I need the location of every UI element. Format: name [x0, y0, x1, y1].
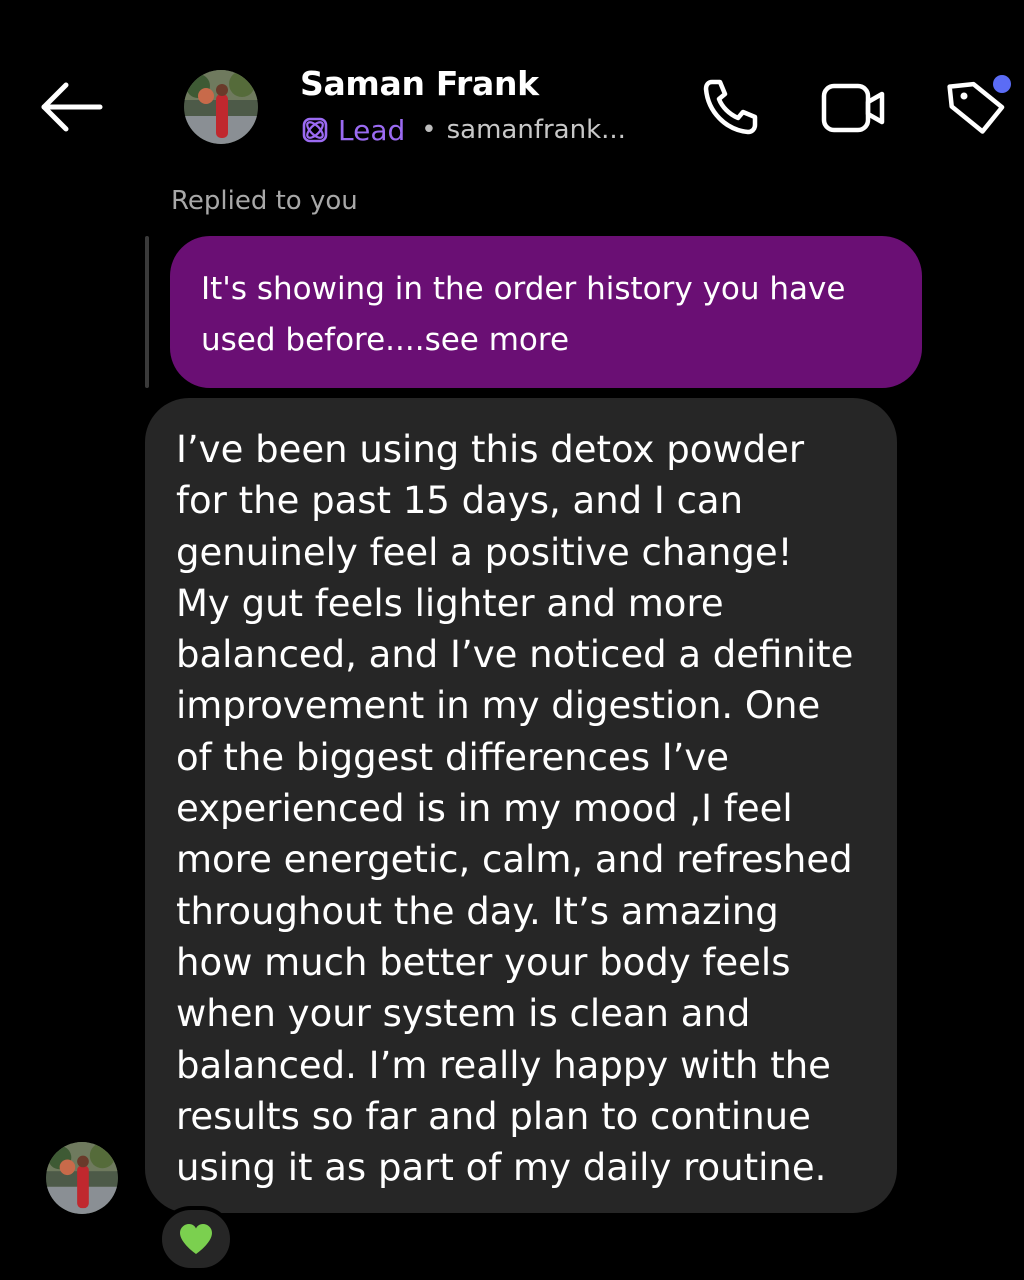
avatar-photo — [46, 1142, 118, 1214]
sender-avatar[interactable] — [46, 1142, 118, 1214]
green-heart-icon — [180, 1224, 212, 1254]
separator-dot: • — [421, 115, 437, 145]
contact-name[interactable]: Saman Frank — [300, 64, 539, 103]
avatar[interactable] — [184, 70, 258, 144]
quoted-message-line: used before....see more — [201, 322, 570, 358]
message-line: experienced is in my mood ,I feel — [176, 787, 793, 831]
quoted-message-bubble[interactable]: It's showing in the order history you ha… — [170, 236, 922, 388]
contact-subtitle: Lead • samanfrank... — [300, 110, 626, 150]
message-line: balanced, and I’ve noticed a definite — [176, 633, 854, 677]
message-line: throughout the day. It’s amazing — [176, 889, 779, 933]
message-line: more energetic, calm, and refreshed — [176, 838, 853, 882]
notification-dot — [993, 75, 1011, 93]
message-line: results so far and plan to continue — [176, 1094, 811, 1138]
video-camera-icon — [821, 83, 885, 133]
message-line: for the past 15 days, and I can — [176, 479, 744, 523]
replied-to-you-label: Replied to you — [171, 186, 358, 216]
message-line: balanced. I’m really happy with the — [176, 1043, 831, 1087]
reply-indicator-bar — [145, 236, 149, 388]
message-line: how much better your body feels — [176, 940, 791, 984]
arrow-left-icon — [41, 82, 103, 132]
avatar-photo — [184, 70, 258, 144]
call-button[interactable] — [698, 74, 764, 140]
username: samanfrank... — [446, 115, 626, 145]
message-line: when your system is clean and — [176, 992, 751, 1036]
message-bubble[interactable]: I’ve been using this detox powder for th… — [145, 398, 897, 1213]
quoted-message-line: It's showing in the order history you ha… — [201, 271, 846, 307]
message-line: My gut feels lighter and more — [176, 581, 724, 625]
tag-icon — [947, 75, 1011, 134]
message-line: of the biggest differences I’ve — [176, 735, 730, 779]
video-call-button[interactable] — [818, 78, 890, 138]
lead-status-label: Lead — [338, 113, 406, 147]
message-line: genuinely feel a positive change! — [176, 530, 793, 574]
message-line: using it as part of my daily routine. — [176, 1146, 827, 1190]
message-line: improvement in my digestion. One — [176, 684, 821, 728]
reaction-badge[interactable]: 💚 — [158, 1206, 234, 1272]
phone-icon — [703, 79, 758, 135]
back-button[interactable] — [38, 78, 108, 136]
lead-atom-icon — [302, 117, 328, 143]
message-line: I’ve been using this detox powder — [176, 428, 805, 471]
label-button[interactable] — [940, 72, 1020, 142]
